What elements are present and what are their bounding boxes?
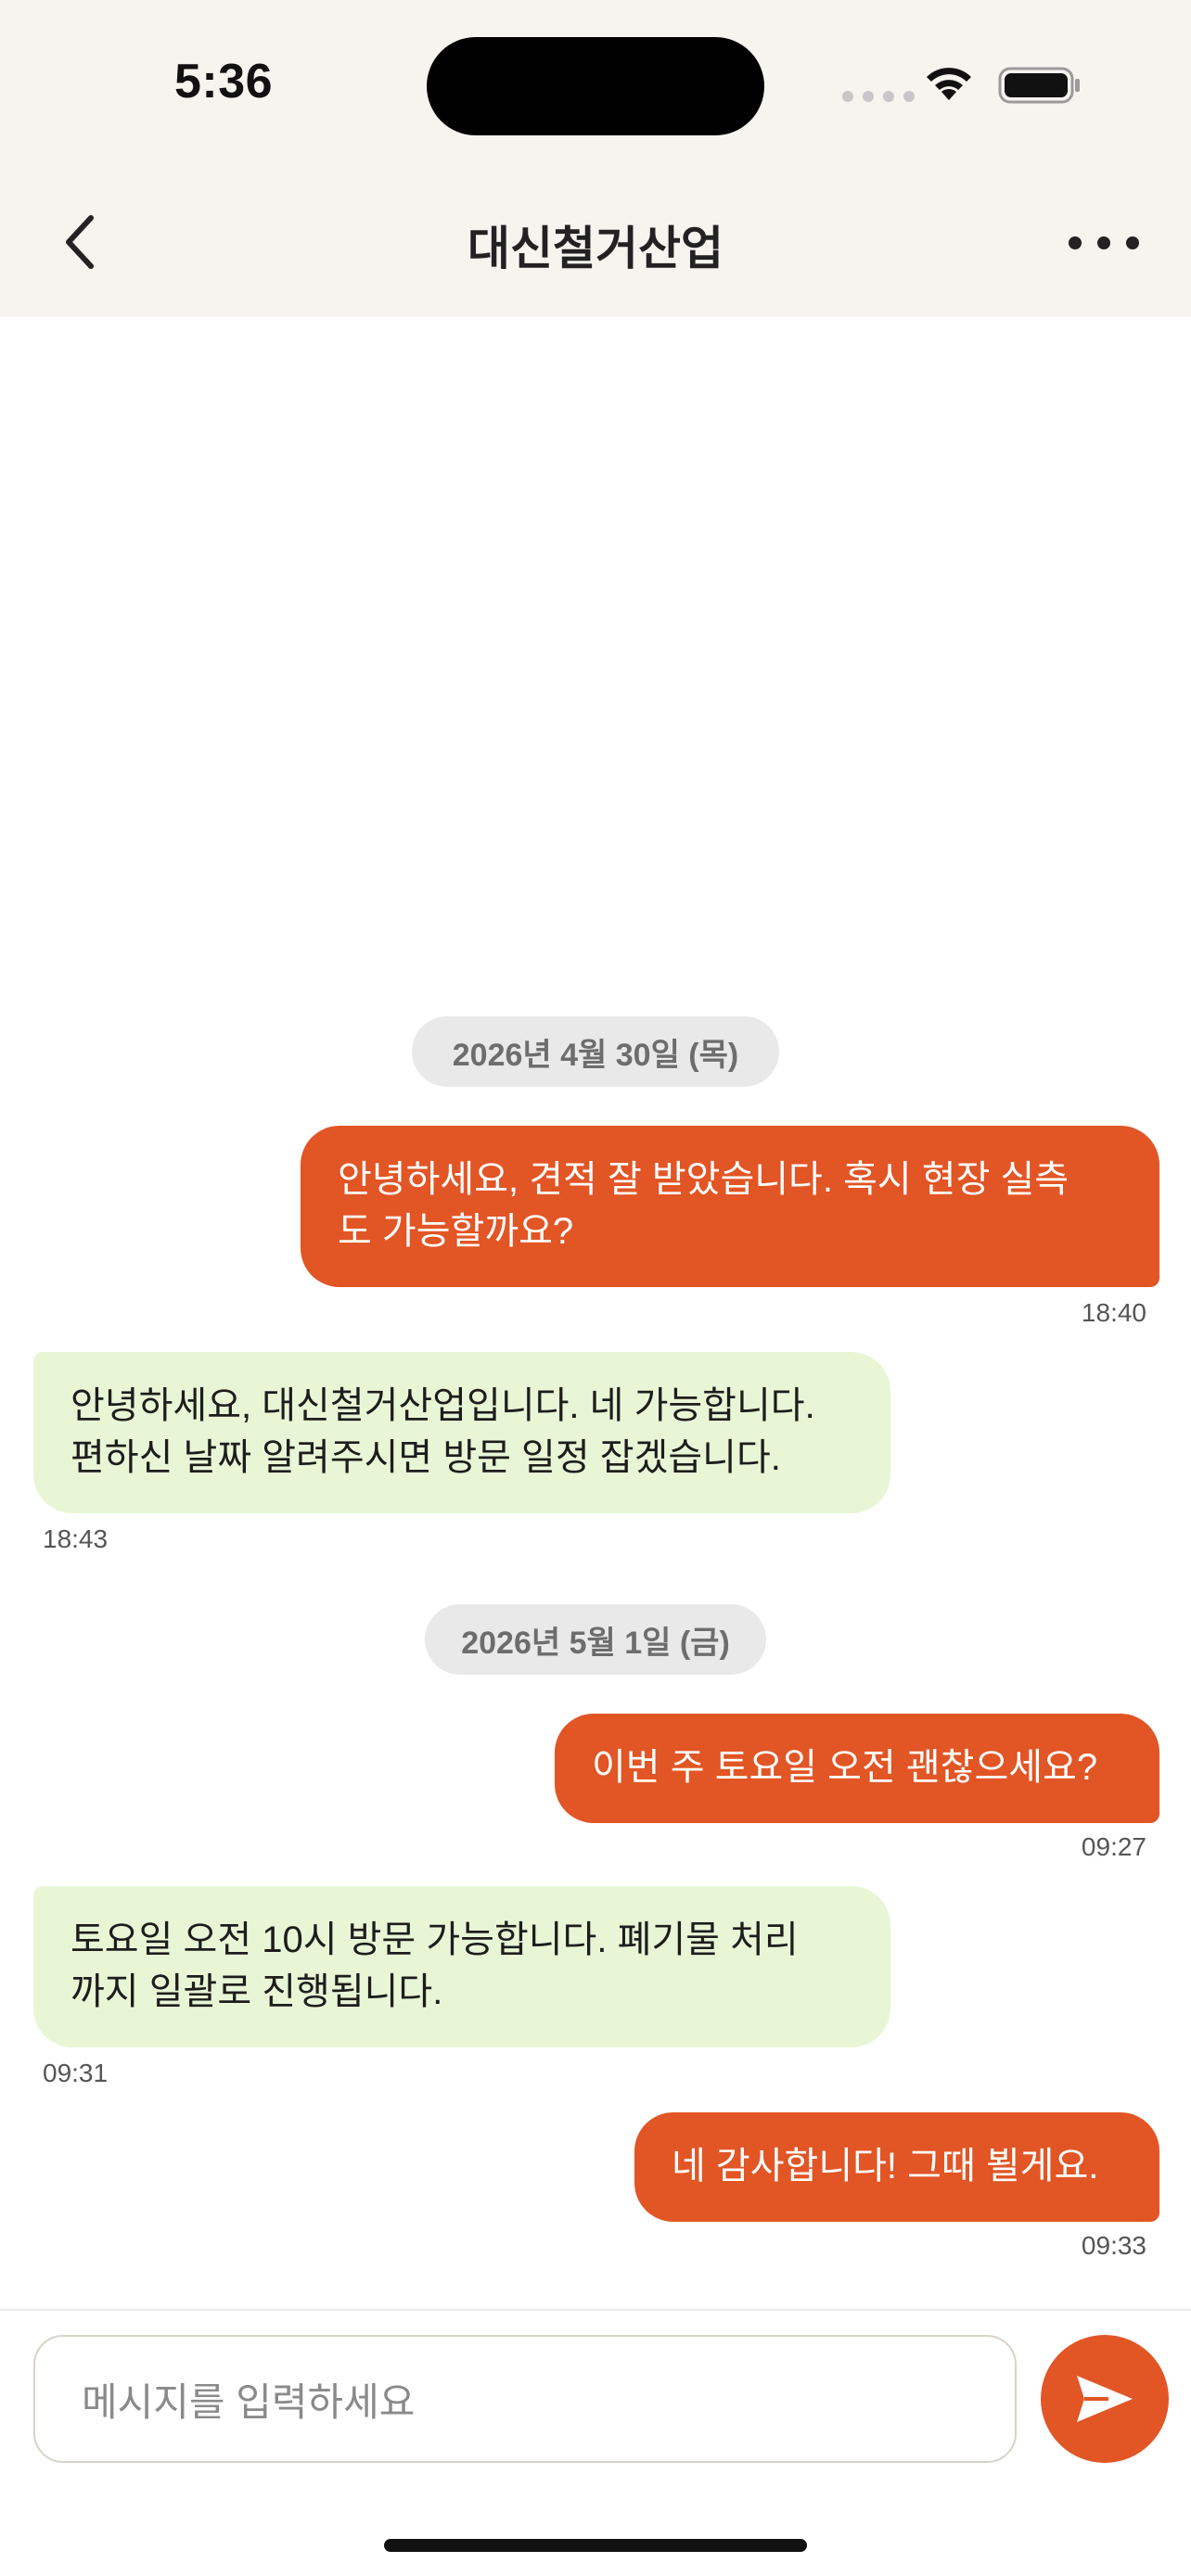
- incoming-message[interactable]: 안녕하세요, 대신철거산업입니다. 네 가능합니다. 편하신 날짜 알려주시면 …: [33, 1352, 890, 1513]
- message-text-line: 까지 일괄로 진행됩니다.: [70, 1971, 443, 2012]
- home-indicator: [384, 2539, 807, 2552]
- message-composer: 메시지를 입력하세요: [0, 2309, 1191, 2463]
- more-options-button[interactable]: [1069, 223, 1139, 263]
- message-timestamp: 09:33: [1081, 2231, 1146, 2260]
- dynamic-island: [427, 37, 764, 135]
- message-timestamp: 18:43: [43, 1524, 109, 1553]
- send-button[interactable]: [1041, 2335, 1169, 2463]
- cellular-signal-icon: [842, 91, 915, 102]
- message-text-line: 도 가능할까요?: [338, 1211, 574, 1252]
- wifi-icon: [927, 68, 971, 100]
- date-separator: 2026년 4월 30일 (목): [412, 1016, 779, 1087]
- status-bar: 5:36: [0, 0, 1191, 167]
- battery-icon: [998, 67, 1080, 104]
- date-separator: 2026년 5월 1일 (금): [425, 1604, 766, 1675]
- nav-bar: 대신철거산업: [0, 185, 1191, 297]
- message-input-placeholder: 메시지를 입력하세요: [82, 2379, 416, 2424]
- outgoing-message[interactable]: 안녕하세요, 견적 잘 받았습니다. 혹시 현장 실측 도 가능할까요?: [301, 1126, 1159, 1287]
- message-timestamp: 09:31: [43, 2059, 109, 2087]
- outgoing-message[interactable]: 네 감사합니다! 그때 뵐게요.: [634, 2112, 1159, 2222]
- message-timestamp: 09:27: [1081, 1832, 1146, 1861]
- top-area: 5:36 대신철거산업: [0, 0, 1191, 317]
- message-list[interactable]: 2026년 4월 30일 (목) 안녕하세요, 견적 잘 받았습니다. 혹시 현…: [0, 317, 1191, 2311]
- message-text-line: 이번 주 토요일 오전 괜찮으세요?: [592, 1747, 1098, 1788]
- status-time: 5:36: [174, 55, 274, 108]
- message-input[interactable]: 메시지를 입력하세요: [33, 2335, 1017, 2463]
- message-text-line: 편하신 날짜 알려주시면 방문 일정 잡겠습니다.: [70, 1437, 781, 1478]
- message-timestamp: 18:40: [1081, 1298, 1146, 1327]
- outgoing-message[interactable]: 이번 주 토요일 오전 괜찮으세요?: [555, 1714, 1159, 1823]
- message-text-line: 안녕하세요, 대신철거산업입니다. 네 가능합니다.: [70, 1385, 815, 1426]
- ellipsis-icon: [1069, 236, 1082, 249]
- message-text-line: 네 감사합니다! 그때 뵐게요.: [672, 2146, 1099, 2187]
- incoming-message[interactable]: 토요일 오전 10시 방문 가능합니다. 폐기물 처리 까지 일괄로 진행됩니다…: [33, 1886, 890, 2047]
- paper-plane-icon: [1077, 2376, 1133, 2422]
- page-title: 대신철거산업: [467, 223, 724, 274]
- message-text-line: 토요일 오전 10시 방문 가능합니다. 폐기물 처리: [70, 1919, 799, 1960]
- message-text-line: 안녕하세요, 견적 잘 받았습니다. 혹시 현장 실측: [338, 1159, 1069, 1200]
